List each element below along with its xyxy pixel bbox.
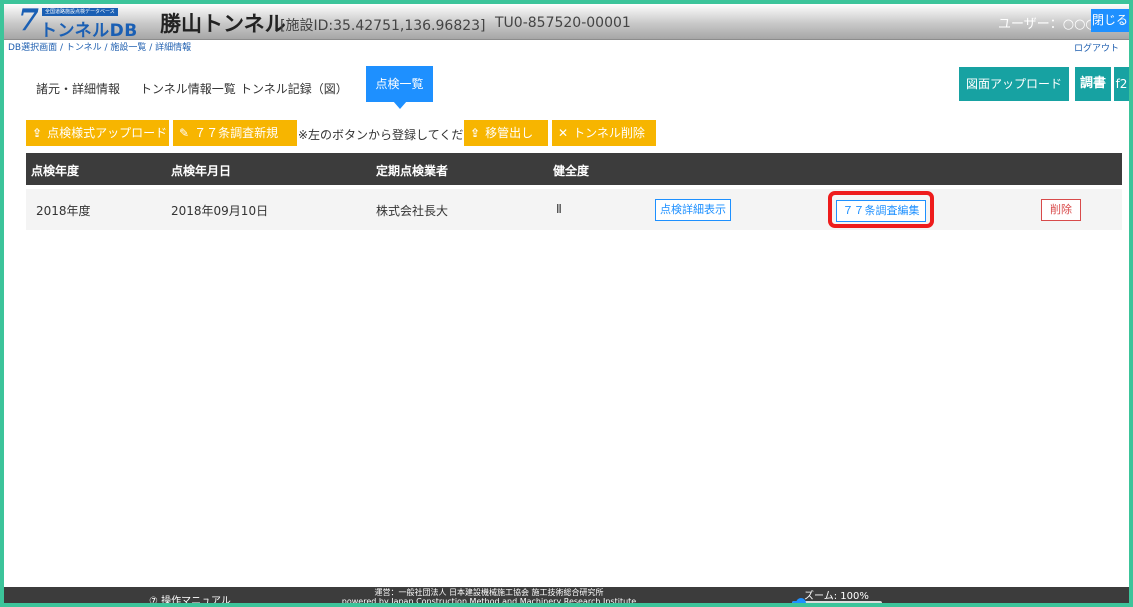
record-id: TU0-857520-00001 xyxy=(495,15,631,31)
highlight-box xyxy=(828,191,934,228)
close-icon: ✕ xyxy=(558,126,569,140)
powered-by-line: powered by Japan Construction Method and… xyxy=(341,597,637,606)
app-logo[interactable]: 7 全国道路施設点検データベース トンネルDB xyxy=(18,4,153,41)
operator-line: 運営：一般社団法人 日本建設機械施工協会 施工技術総合研究所 xyxy=(374,588,604,597)
new-survey-label: ７７条調査新規 xyxy=(194,126,279,140)
logout-link[interactable]: ログアウト xyxy=(1074,41,1119,54)
zoom-slider-thumb[interactable] xyxy=(796,598,806,603)
close-button[interactable]: 閉じる xyxy=(1091,9,1129,32)
f2-button[interactable]: f2 xyxy=(1114,67,1129,101)
app-window: 7 全国道路施設点検データベース トンネルDB 勝山トンネル [施設ID:35.… xyxy=(0,0,1133,607)
zoom-label: ズーム: 100% xyxy=(804,591,869,602)
upload-icon: ⇪ xyxy=(32,126,43,140)
drawing-upload-button[interactable]: 図面アップロード xyxy=(959,67,1069,101)
delete-tunnel-button[interactable]: ✕ トンネル削除 xyxy=(552,120,656,146)
transfer-button[interactable]: ⇪ 移管出し xyxy=(464,120,548,146)
column-header-soundness: 健全度 xyxy=(553,164,590,178)
report-button[interactable]: 調書 xyxy=(1075,67,1111,101)
column-header-contractor: 定期点検業者 xyxy=(376,164,449,178)
cell-date: 2018年09月10日 xyxy=(171,204,269,218)
facility-id: [施設ID:35.42751,136.96823] xyxy=(280,18,486,34)
table-header: 点検年度 点検年月日 定期点検業者 健全度 xyxy=(26,153,1122,185)
table-row: 2018年度 2018年09月10日 株式会社長大 Ⅱ 点検詳細表示 ７７条調査… xyxy=(26,189,1122,230)
delete-tunnel-label: トンネル削除 xyxy=(573,126,645,140)
cell-contractor: 株式会社長大 xyxy=(376,204,449,218)
operator-credit: 運営：一般社団法人 日本建設機械施工協会 施工技術総合研究所 powered b… xyxy=(294,588,684,606)
active-tab-pointer xyxy=(393,101,407,109)
user-label: ユーザー：○○○ xyxy=(998,17,1097,32)
logo-mark-icon: 7 xyxy=(18,3,39,38)
delete-row-button[interactable]: 削除 xyxy=(1041,199,1081,221)
upload-icon: ⇪ xyxy=(470,126,481,140)
breadcrumb[interactable]: DB選択画面 / トンネル / 施設一覧 / 詳細情報 xyxy=(8,40,191,53)
cell-soundness: Ⅱ xyxy=(556,202,562,216)
tab-tunnel-records[interactable]: トンネル記録（図） xyxy=(240,80,348,97)
app-header: 7 全国道路施設点検データベース トンネルDB 勝山トンネル [施設ID:35.… xyxy=(4,4,1129,41)
upload-form-label: 点検様式アップロード xyxy=(47,126,168,140)
upload-form-button[interactable]: ⇪ 点検様式アップロード xyxy=(26,120,169,146)
column-header-date: 点検年月日 xyxy=(171,164,232,178)
footer: ⑦ 操作マニュアル 運営：一般社団法人 日本建設機械施工協会 施工技術総合研究所… xyxy=(4,587,1129,606)
zoom-slider[interactable] xyxy=(792,598,882,603)
logo-text: トンネルDB xyxy=(40,21,138,41)
logo-tagline: 全国道路施設点検データベース xyxy=(42,8,118,16)
column-header-year: 点検年度 xyxy=(31,164,80,178)
tab-tunnel-info-list[interactable]: トンネル情報一覧 xyxy=(140,80,236,97)
pencil-icon: ✎ xyxy=(179,126,190,140)
manual-link[interactable]: ⑦ 操作マニュアル xyxy=(149,592,231,603)
inspection-detail-button[interactable]: 点検詳細表示 xyxy=(655,199,731,221)
tab-specs[interactable]: 諸元・詳細情報 xyxy=(36,80,120,97)
transfer-label: 移管出し xyxy=(485,126,534,140)
new-survey-button[interactable]: ✎ ７７条調査新規 xyxy=(173,120,297,146)
tab-inspection-list[interactable]: 点検一覧 xyxy=(366,66,433,102)
page-title: 勝山トンネル xyxy=(160,12,286,36)
cell-year: 2018年度 xyxy=(36,204,91,218)
